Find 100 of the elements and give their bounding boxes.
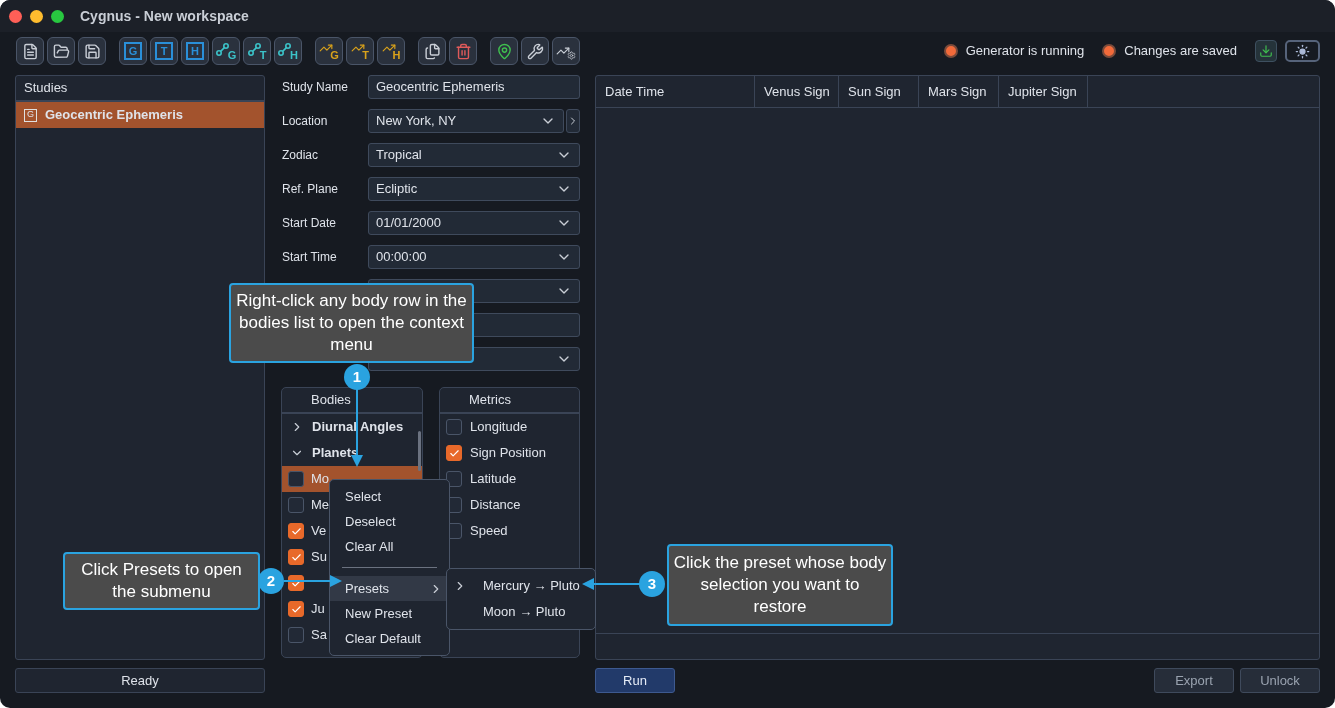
checkbox[interactable] bbox=[288, 471, 304, 487]
toolbar-button[interactable] bbox=[78, 37, 106, 65]
column-header[interactable]: Date Time bbox=[596, 76, 755, 107]
callout-tooltip: Click the preset whose body selection you want to restore bbox=[667, 544, 893, 626]
column-header[interactable]: Jupiter Sign bbox=[999, 76, 1088, 107]
toolbar-button[interactable]: H bbox=[274, 37, 302, 65]
dropdown[interactable]: New York, NY bbox=[368, 109, 564, 133]
maximize-icon[interactable] bbox=[51, 9, 64, 23]
toolbar-button[interactable] bbox=[490, 37, 518, 65]
toolbar-button[interactable]: H bbox=[377, 37, 405, 65]
body-label: Su bbox=[311, 548, 327, 567]
dropdown[interactable]: 01/01/2000 bbox=[368, 211, 580, 235]
status-label: Changes are saved bbox=[1124, 42, 1237, 61]
checkbox[interactable] bbox=[288, 523, 304, 539]
dropdown-value: Tropical bbox=[376, 146, 422, 165]
download-button[interactable] bbox=[1255, 40, 1277, 62]
sun-icon bbox=[1295, 43, 1310, 59]
trend-settings-icon bbox=[556, 44, 576, 58]
save-icon bbox=[83, 42, 101, 60]
menu-item[interactable]: Select bbox=[330, 484, 449, 509]
dropdown[interactable]: 00:00:00 bbox=[368, 245, 580, 269]
toolbar-button[interactable] bbox=[552, 37, 580, 65]
toolbar-button[interactable] bbox=[449, 37, 477, 65]
document-icon bbox=[21, 42, 39, 60]
toolbar-button[interactable] bbox=[47, 37, 75, 65]
study-item[interactable]: G Geocentric Ephemeris bbox=[16, 102, 264, 128]
dropdown-value: 00:00:00 bbox=[376, 248, 427, 267]
menu-item[interactable]: Presets bbox=[330, 576, 449, 601]
field-label: Zodiac bbox=[281, 147, 320, 164]
field-label: Start Time bbox=[281, 249, 338, 266]
menu-item[interactable]: Deselect bbox=[330, 509, 449, 534]
body-label: Ju bbox=[311, 600, 325, 619]
metric-label: Longitude bbox=[470, 418, 528, 437]
toolbar-button[interactable]: T bbox=[346, 37, 374, 65]
dropdown-value: 01/01/2000 bbox=[376, 214, 442, 233]
node-link-icon bbox=[278, 42, 291, 56]
body-label: Ve bbox=[311, 522, 327, 541]
menu-item[interactable]: Clear Default bbox=[330, 626, 449, 651]
text-field[interactable]: Geocentric Ephemeris bbox=[368, 75, 580, 99]
metric-label: Sign Position bbox=[470, 444, 546, 463]
panel-header: Metrics bbox=[440, 388, 579, 414]
dropdown[interactable]: Tropical bbox=[368, 143, 580, 167]
dropdown[interactable]: Ecliptic bbox=[368, 177, 580, 201]
body-label: Me bbox=[311, 496, 330, 515]
check-icon bbox=[290, 603, 302, 615]
menu-item[interactable]: Moon → Pluto bbox=[447, 599, 595, 625]
toolbar-button[interactable]: H bbox=[181, 37, 209, 65]
checkbox[interactable] bbox=[446, 419, 462, 435]
column-header[interactable]: Mars Sign bbox=[919, 76, 999, 107]
toolbar-button[interactable] bbox=[521, 37, 549, 65]
window-title: Cygnus - New workspace bbox=[80, 6, 249, 26]
toolbar-button[interactable] bbox=[16, 37, 44, 65]
checkbox[interactable] bbox=[288, 627, 304, 643]
callout-tooltip: Click Presets to open the submenu bbox=[63, 552, 260, 610]
folder-icon bbox=[52, 42, 70, 60]
body-label: Sa bbox=[311, 626, 327, 645]
node-link-icon bbox=[215, 42, 229, 56]
download-icon bbox=[1259, 44, 1273, 58]
toolbar-button[interactable]: T bbox=[150, 37, 178, 65]
side-arrow-button[interactable] bbox=[566, 109, 580, 133]
minimize-icon[interactable] bbox=[30, 9, 43, 23]
metric-label: Speed bbox=[470, 522, 508, 541]
checkbox[interactable] bbox=[288, 601, 304, 617]
toolbar-button[interactable]: T bbox=[243, 37, 271, 65]
menu-item[interactable]: Clear All bbox=[330, 534, 449, 559]
metric-label: Latitude bbox=[470, 470, 517, 489]
metric-label: Distance bbox=[470, 496, 521, 515]
status-bar: Ready bbox=[15, 668, 265, 693]
study-type-icon: G bbox=[24, 108, 37, 122]
checkbox[interactable] bbox=[446, 471, 462, 487]
column-header[interactable]: Sun Sign bbox=[839, 76, 919, 107]
toolbar-button[interactable]: G bbox=[212, 37, 240, 65]
trash-icon bbox=[454, 42, 472, 60]
callout-tooltip: Right-click any body row in the bodies list to open the context menu bbox=[229, 283, 474, 363]
close-icon[interactable] bbox=[9, 9, 22, 23]
checkbox[interactable] bbox=[288, 549, 304, 565]
copy-icon bbox=[423, 42, 441, 60]
body-label: Mo bbox=[311, 470, 330, 489]
action-button[interactable]: Unlock bbox=[1240, 668, 1320, 693]
toolbar-button[interactable] bbox=[418, 37, 446, 65]
toolbar-button[interactable]: G bbox=[315, 37, 343, 65]
action-button[interactable]: Export bbox=[1154, 668, 1234, 693]
field-label: Location bbox=[281, 113, 329, 130]
checkbox[interactable] bbox=[288, 497, 304, 513]
theme-button[interactable] bbox=[1285, 40, 1320, 62]
scrollbar[interactable] bbox=[418, 431, 421, 471]
check-icon bbox=[448, 447, 460, 459]
status-label: Generator is running bbox=[965, 42, 1085, 61]
check-icon bbox=[290, 551, 302, 563]
checkbox[interactable] bbox=[446, 445, 462, 461]
dropdown-value: New York, NY bbox=[376, 112, 457, 131]
arrow bbox=[582, 578, 640, 590]
check-icon bbox=[290, 525, 302, 537]
column-header[interactable]: Venus Sign bbox=[755, 76, 839, 107]
menu-item[interactable]: New Preset bbox=[330, 601, 449, 626]
group-label: Diurnal Angles bbox=[312, 418, 404, 437]
node-link-icon bbox=[247, 42, 261, 56]
toolbar-button[interactable]: G bbox=[119, 37, 147, 65]
map-pin-icon bbox=[495, 42, 513, 60]
run-button[interactable]: Run bbox=[595, 668, 675, 693]
